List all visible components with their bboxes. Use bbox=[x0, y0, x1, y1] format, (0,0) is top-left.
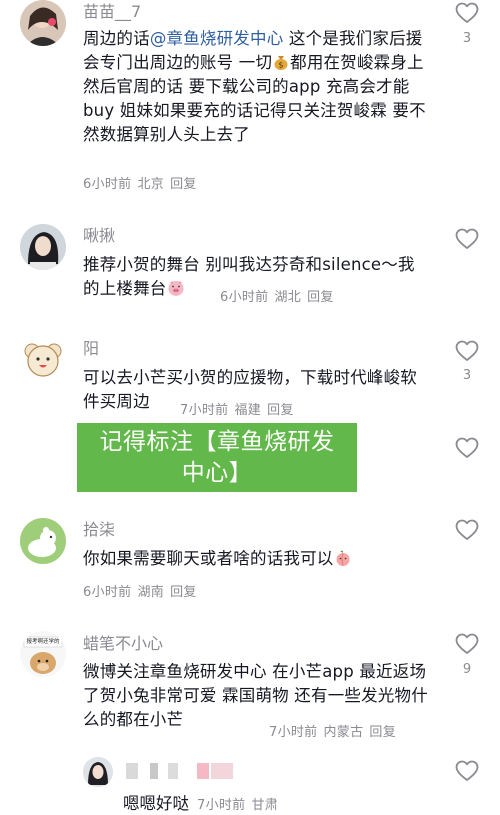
username[interactable]: 蜡笔不小心 bbox=[83, 634, 163, 654]
comment-text: 周边的话@章鱼烧研发中心 这个是我们家后援会专门出周边的账号 一切 $ 都用在贺峻霖… bbox=[83, 29, 426, 144]
annotation-banner: 记得标注【章鱼烧研发 中心】 bbox=[77, 423, 357, 492]
avatar-caption: 报考啊还学的 bbox=[26, 639, 60, 645]
avatar[interactable] bbox=[20, 518, 66, 564]
reply-line: 嗯嗯好哒 7小时前 甘肃 bbox=[123, 790, 284, 814]
like-button[interactable] bbox=[455, 340, 479, 362]
reply-button[interactable]: 回复 bbox=[307, 290, 334, 305]
reply-button[interactable]: 回复 bbox=[170, 177, 197, 192]
like-count: 9 bbox=[462, 662, 472, 677]
timestamp: 7小时前 bbox=[269, 725, 318, 740]
location: 湖北 bbox=[274, 290, 302, 305]
blurred-username bbox=[168, 763, 178, 779]
like-count: 3 bbox=[462, 31, 472, 46]
heart-outline-icon bbox=[455, 519, 479, 540]
money-bag-emoji: $ bbox=[272, 53, 290, 71]
username[interactable]: 拾柒 bbox=[83, 520, 115, 540]
reply-button[interactable]: 回复 bbox=[170, 585, 197, 600]
timestamp: 6小时前 bbox=[83, 585, 132, 600]
username[interactable]: 阳 bbox=[83, 339, 99, 359]
location: 北京 bbox=[137, 177, 165, 192]
like-count: 3 bbox=[462, 368, 472, 383]
avatar[interactable] bbox=[83, 757, 113, 787]
peach-emoji bbox=[334, 549, 352, 567]
blurred-username bbox=[150, 763, 158, 779]
comment-meta: 7小时前 内蒙古 回复 bbox=[269, 721, 402, 740]
username[interactable]: 啾揪 bbox=[83, 226, 115, 246]
timestamp: 6小时前 bbox=[83, 177, 132, 192]
avatar[interactable] bbox=[20, 0, 66, 46]
username[interactable]: 苗苗__7 bbox=[83, 2, 141, 22]
timestamp: 7小时前 bbox=[180, 403, 229, 418]
comment-meta: 6小时前 湖南 回复 bbox=[83, 581, 203, 600]
heart-outline-icon bbox=[455, 340, 479, 361]
reply-button[interactable]: 回复 bbox=[369, 725, 396, 740]
timestamp: 7小时前 bbox=[197, 798, 246, 813]
mention-link[interactable]: @章鱼烧研发中心 bbox=[150, 29, 284, 48]
avatar[interactable] bbox=[20, 224, 66, 270]
heart-outline-icon bbox=[455, 437, 479, 458]
reply-text: 嗯嗯好哒 bbox=[123, 794, 189, 813]
blurred-username bbox=[126, 763, 138, 779]
comment-text: 你如果需要聊天或者啥的话我可以 bbox=[83, 547, 428, 571]
banner-line-2: 中心】 bbox=[181, 460, 253, 486]
blurred-username bbox=[197, 763, 209, 779]
like-button[interactable] bbox=[455, 228, 479, 250]
avatar[interactable] bbox=[20, 337, 66, 383]
location: 内蒙古 bbox=[323, 725, 364, 740]
banner-line-1: 记得标注【章鱼烧研发 bbox=[99, 429, 335, 455]
heart-outline-icon bbox=[455, 2, 479, 23]
pig-face-emoji bbox=[167, 279, 185, 297]
comment-meta: 7小时前 福建 回复 bbox=[180, 399, 300, 418]
blurred-username bbox=[211, 763, 233, 779]
avatar[interactable]: 报考啊还学的 bbox=[20, 631, 66, 677]
like-button[interactable] bbox=[455, 437, 479, 459]
like-button[interactable] bbox=[455, 519, 479, 541]
comment-meta: 6小时前 湖北 回复 bbox=[220, 286, 340, 305]
heart-outline-icon bbox=[455, 633, 479, 654]
like-button[interactable] bbox=[455, 760, 479, 782]
like-button[interactable] bbox=[455, 2, 479, 24]
location: 福建 bbox=[234, 403, 262, 418]
location: 甘肃 bbox=[251, 798, 279, 813]
svg-text:$: $ bbox=[279, 61, 284, 70]
heart-outline-icon bbox=[455, 228, 479, 249]
heart-outline-icon bbox=[455, 760, 479, 781]
location: 湖南 bbox=[137, 585, 165, 600]
comment-meta: 6小时前 北京 回复 bbox=[83, 173, 203, 192]
timestamp: 6小时前 bbox=[220, 290, 269, 305]
like-button[interactable] bbox=[455, 633, 479, 655]
reply-button[interactable]: 回复 bbox=[267, 403, 294, 418]
